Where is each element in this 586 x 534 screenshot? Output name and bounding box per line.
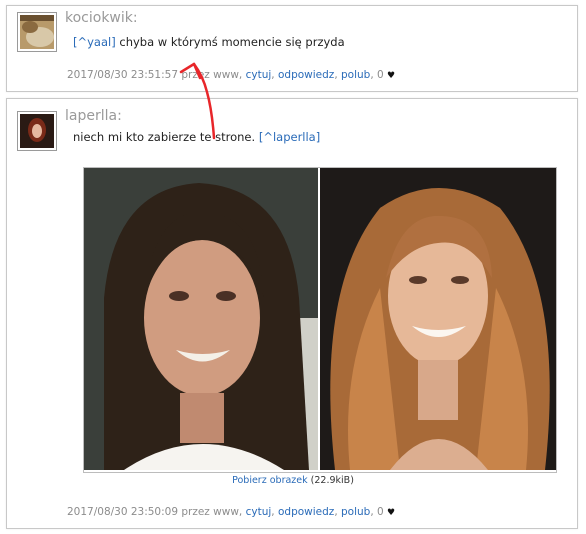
like-count: 0 bbox=[377, 506, 384, 518]
like-link[interactable]: polub bbox=[341, 506, 370, 518]
attached-image[interactable] bbox=[83, 167, 557, 473]
heart-icon: ♥ bbox=[387, 508, 396, 518]
file-size: (22.9kiB) bbox=[310, 475, 354, 486]
download-area: Pobierz obrazek (22.9kiB) bbox=[7, 475, 579, 486]
post-meta: 2017/08/30 23:51:57 przez www, cytuj, od… bbox=[67, 69, 396, 81]
username[interactable]: laperlla: bbox=[65, 108, 122, 124]
comment-body: chyba w którymś momencie się przyda bbox=[115, 35, 345, 49]
mention-link[interactable]: [^laperlla] bbox=[259, 130, 320, 144]
like-count: 0 bbox=[377, 69, 384, 81]
woman-avatar-image bbox=[20, 114, 54, 148]
like-link[interactable]: polub bbox=[341, 69, 370, 81]
comment-body: niech mi kto zabierze te strone. bbox=[73, 130, 259, 144]
cat-avatar-image bbox=[20, 15, 54, 49]
older-woman-photo bbox=[320, 168, 556, 470]
quote-link[interactable]: cytuj bbox=[246, 69, 272, 81]
reply-link[interactable]: odpowiedz bbox=[278, 506, 334, 518]
heart-icon: ♥ bbox=[387, 71, 396, 81]
comment-post: laperlla: niech mi kto zabierze te stron… bbox=[6, 98, 578, 529]
comment-text: niech mi kto zabierze te strone. [^laper… bbox=[73, 130, 320, 144]
avatar[interactable] bbox=[17, 12, 57, 52]
post-meta: 2017/08/30 23:50:09 przez www, cytuj, od… bbox=[67, 506, 396, 518]
comment-text: [^yaal] chyba w którymś momencie się prz… bbox=[73, 35, 345, 49]
timestamp: 2017/08/30 23:51:57 przez www, bbox=[67, 69, 243, 81]
timestamp: 2017/08/30 23:50:09 przez www, bbox=[67, 506, 243, 518]
avatar[interactable] bbox=[17, 111, 57, 151]
reply-link[interactable]: odpowiedz bbox=[278, 69, 334, 81]
username[interactable]: kociokwik: bbox=[65, 10, 138, 26]
quote-link[interactable]: cytuj bbox=[246, 506, 272, 518]
mention-link[interactable]: [^yaal] bbox=[73, 35, 116, 49]
comment-post: kociokwik: [^yaal] chyba w którymś momen… bbox=[6, 5, 578, 92]
download-image-link[interactable]: Pobierz obrazek bbox=[232, 475, 308, 486]
young-woman-photo bbox=[84, 168, 318, 470]
